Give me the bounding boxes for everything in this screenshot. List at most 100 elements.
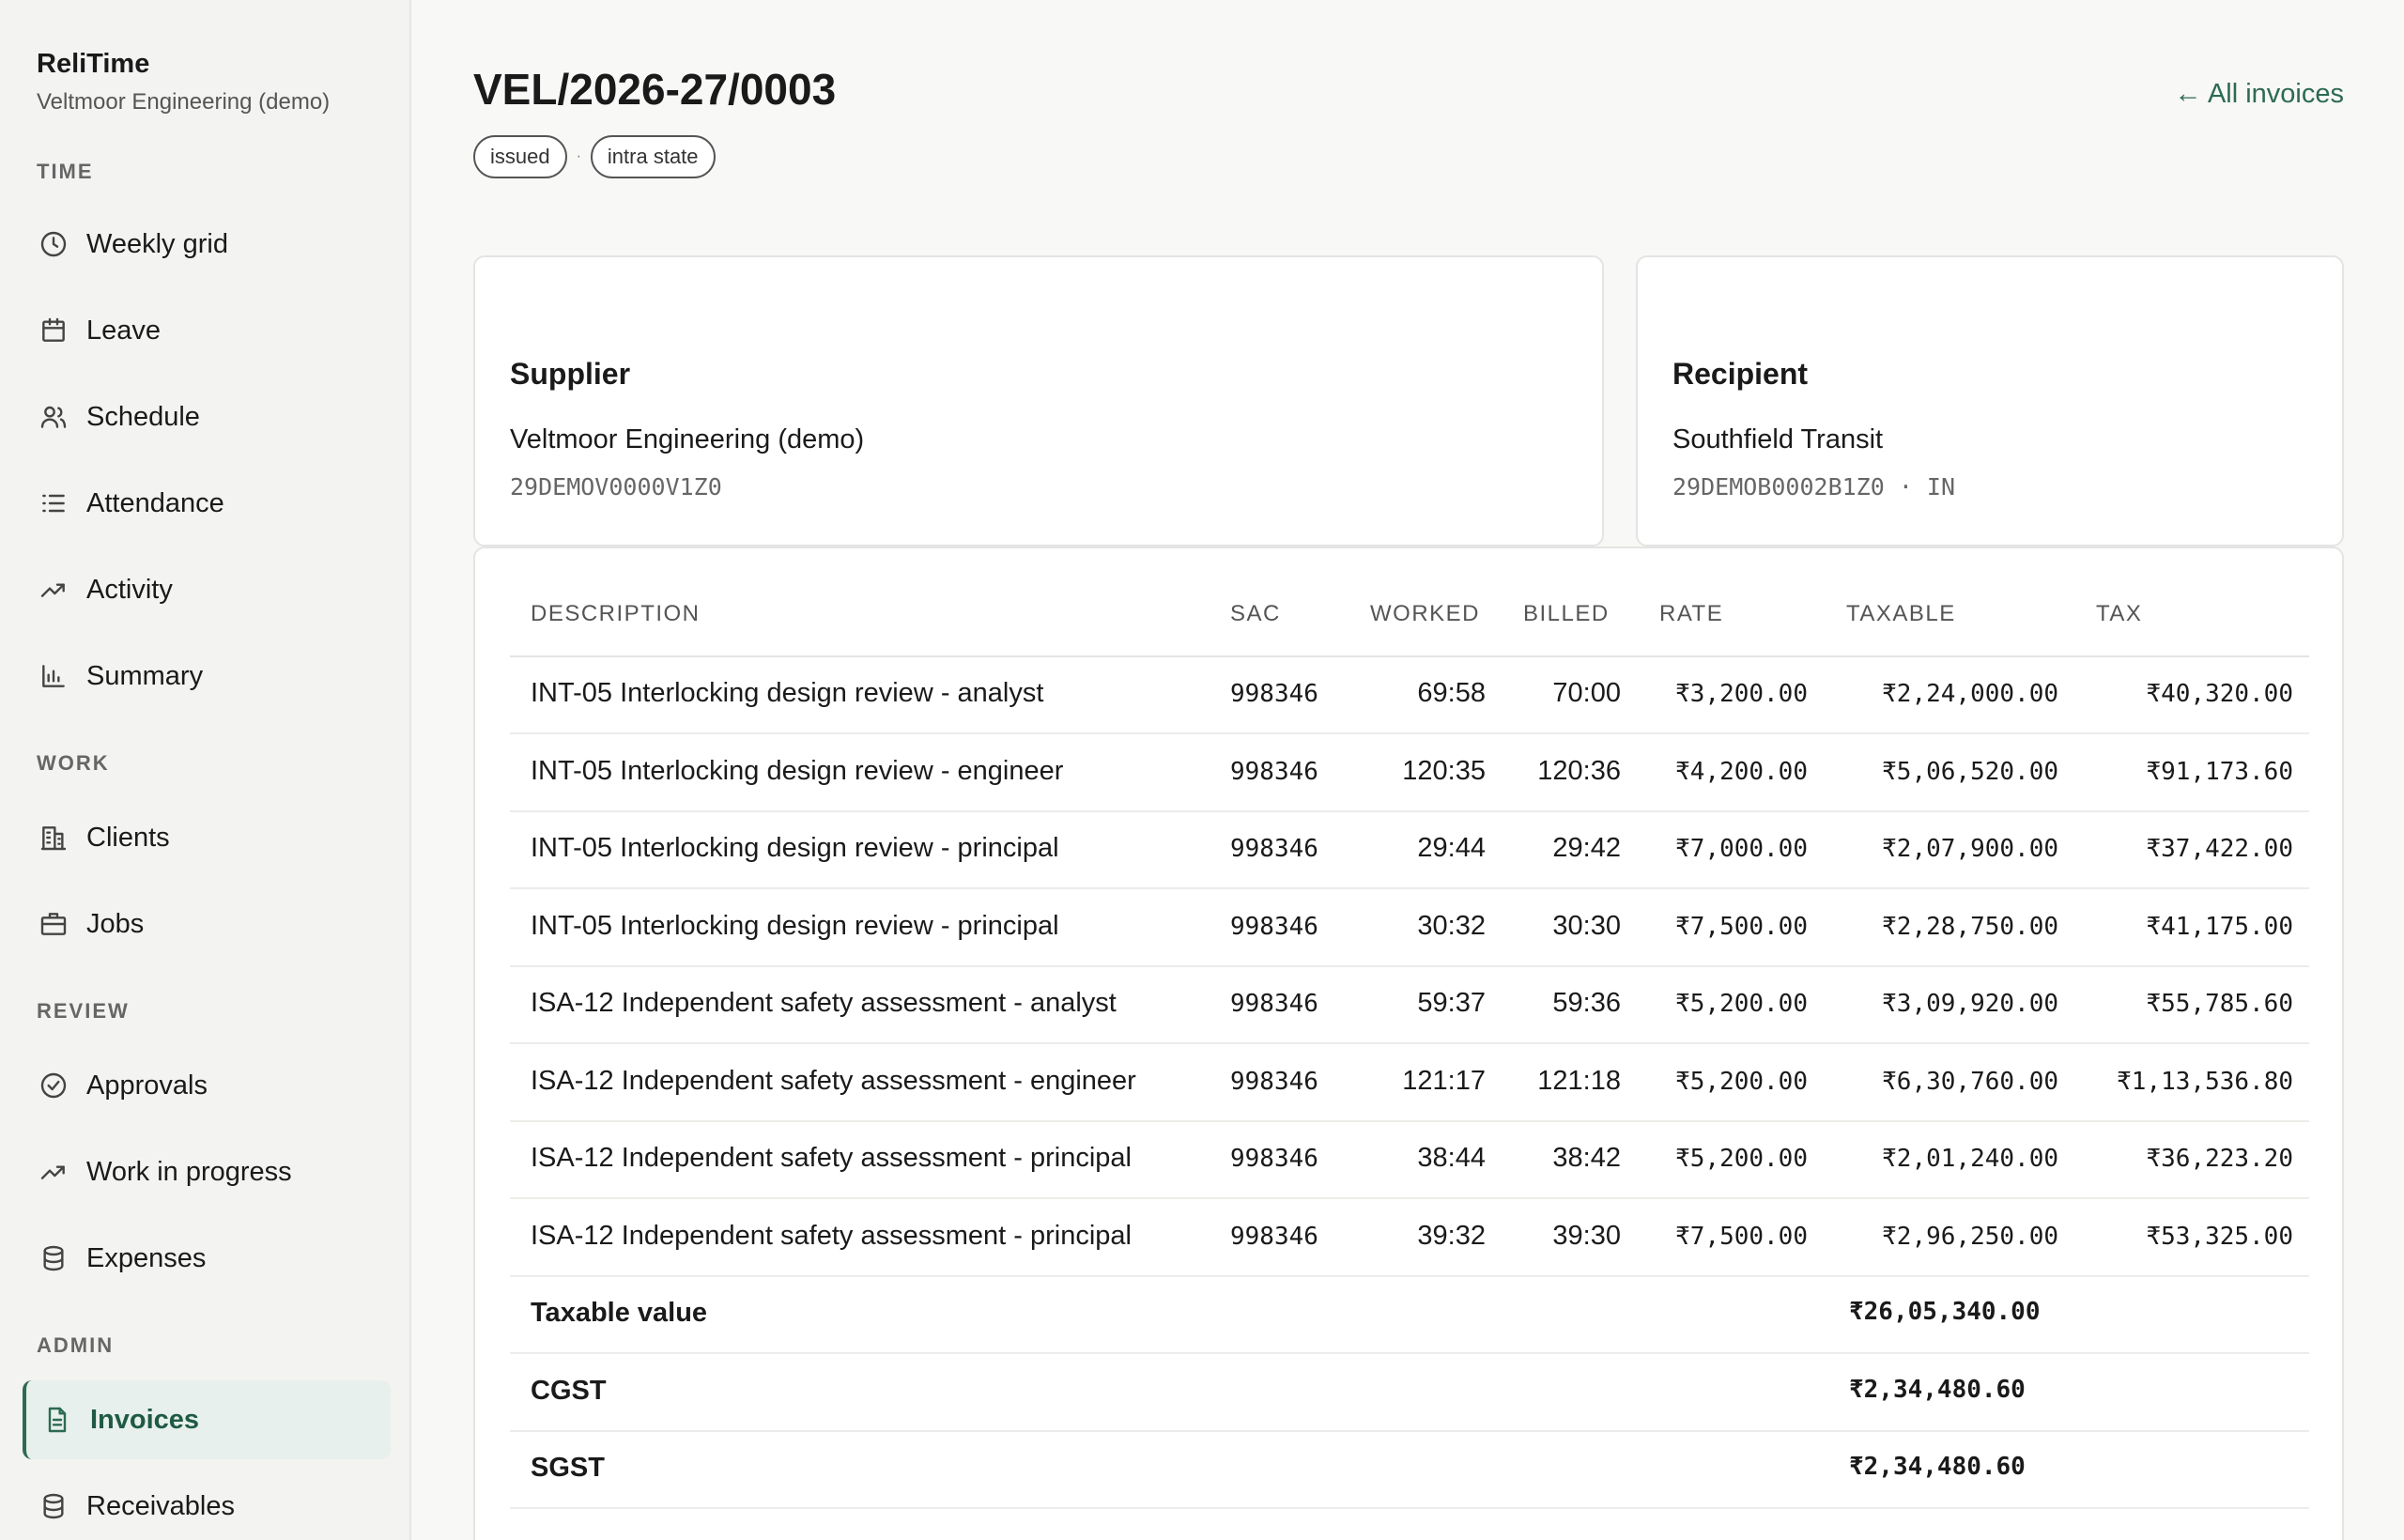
list-icon <box>39 488 69 518</box>
total-row: SGST ₹2,34,480.60 <box>510 1432 2309 1509</box>
cell-tax: ₹41,175.00 <box>2146 912 2293 941</box>
col-tax: TAX <box>2096 601 2143 626</box>
sidebar-item-approvals[interactable]: Approvals <box>23 1046 391 1125</box>
brand: ReliTime Veltmoor Engineering (demo) <box>37 49 330 116</box>
sidebar-item-expenses[interactable]: Expenses <box>23 1219 391 1298</box>
col-rate: RATE <box>1659 601 1724 626</box>
cell-billed: 29:42 <box>1552 833 1621 863</box>
document-icon <box>42 1405 72 1435</box>
cell-description: ISA-12 Independent safety assessment - p… <box>531 1143 1132 1173</box>
cell-billed: 70:00 <box>1552 678 1621 708</box>
cell-taxable: ₹2,96,250.00 <box>1882 1222 2058 1251</box>
sidebar-item-jobs[interactable]: Jobs <box>23 885 391 963</box>
cell-description: INT-05 Interlocking design review - prin… <box>531 833 1059 863</box>
section-time: TIME <box>37 160 94 183</box>
recipient-card: Recipient Southfield Transit 29DEMOB0002… <box>1636 255 2344 547</box>
cell-taxable: ₹2,28,750.00 <box>1882 912 2058 941</box>
sidebar-item-invoices[interactable]: Invoices <box>23 1380 391 1459</box>
cell-taxable: ₹3,09,920.00 <box>1882 990 2058 1018</box>
total-row: Taxable value ₹26,05,340.00 <box>510 1277 2309 1354</box>
cell-tax: ₹91,173.60 <box>2146 757 2293 786</box>
recipient-gstin: 29DEMOB0002B1Z0 · IN <box>1672 473 1956 500</box>
sidebar-item-label: Invoices <box>90 1404 200 1435</box>
sidebar-item-label: Clients <box>86 822 170 853</box>
recipient-heading: Recipient <box>1672 357 1809 391</box>
sidebar-item-leave[interactable]: Leave <box>23 291 391 370</box>
sidebar: ReliTime Veltmoor Engineering (demo) TIM… <box>0 0 411 1540</box>
supplier-gstin: 29DEMOV0000V1Z0 <box>510 473 722 500</box>
col-taxable: TAXABLE <box>1846 601 1956 626</box>
cell-billed: 38:42 <box>1552 1143 1621 1173</box>
cell-description: INT-05 Interlocking design review - anal… <box>531 678 1044 708</box>
briefcase-icon <box>39 909 69 939</box>
cell-description: ISA-12 Independent safety assessment - a… <box>531 988 1117 1018</box>
all-invoices-link[interactable]: ← All invoices <box>2174 79 2344 110</box>
cell-rate: ₹5,200.00 <box>1675 1145 1808 1173</box>
sidebar-item-weekly-grid[interactable]: Weekly grid <box>23 205 391 284</box>
sidebar-item-summary[interactable]: Summary <box>23 637 391 716</box>
sidebar-item-receivables[interactable]: Receivables <box>23 1467 391 1540</box>
table-row: ISA-12 Independent safety assessment - p… <box>510 1122 2309 1199</box>
cell-sac: 998346 <box>1230 1145 1318 1173</box>
cell-tax: ₹37,422.00 <box>2146 835 2293 863</box>
cell-sac: 998346 <box>1230 680 1318 708</box>
users-icon <box>39 402 69 432</box>
cell-rate: ₹7,500.00 <box>1675 912 1808 941</box>
cell-rate: ₹5,200.00 <box>1675 1067 1808 1096</box>
sidebar-item-work-in-progress[interactable]: Work in progress <box>23 1132 391 1211</box>
badges: issued · intra state <box>473 135 716 178</box>
table-row: ISA-12 Independent safety assessment - p… <box>510 1200 2309 1277</box>
total-label: SGST <box>531 1453 605 1483</box>
col-worked: WORKED <box>1370 601 1480 626</box>
sidebar-item-schedule[interactable]: Schedule <box>23 377 391 456</box>
sidebar-item-label: Weekly grid <box>86 228 228 259</box>
cell-billed: 30:30 <box>1552 910 1621 941</box>
sidebar-item-label: Expenses <box>86 1242 207 1273</box>
cell-description: ISA-12 Independent safety assessment - e… <box>531 1065 1136 1096</box>
sidebar-item-clients[interactable]: Clients <box>23 798 391 877</box>
cell-billed: 121:18 <box>1537 1065 1621 1096</box>
sidebar-item-activity[interactable]: Activity <box>23 550 391 629</box>
table-row: INT-05 Interlocking design review - engi… <box>510 735 2309 812</box>
cell-taxable: ₹2,07,900.00 <box>1882 835 2058 863</box>
brand-name: ReliTime <box>37 49 150 79</box>
cell-sac: 998346 <box>1230 1067 1318 1096</box>
cell-worked: 30:32 <box>1417 910 1486 941</box>
cell-worked: 69:58 <box>1417 678 1486 708</box>
sidebar-item-label: Leave <box>86 315 162 346</box>
badge-separator: · <box>576 148 581 164</box>
supplier-card: Supplier Veltmoor Engineering (demo) 29D… <box>473 255 1604 547</box>
cell-billed: 39:30 <box>1552 1220 1621 1251</box>
cell-sac: 998346 <box>1230 757 1318 786</box>
cell-worked: 59:37 <box>1417 988 1486 1018</box>
sidebar-item-label: Activity <box>86 574 173 605</box>
cell-tax: ₹55,785.60 <box>2146 990 2293 1018</box>
col-sac: SAC <box>1230 601 1281 626</box>
cell-taxable: ₹5,06,520.00 <box>1882 757 2058 786</box>
table-row: INT-05 Interlocking design review - prin… <box>510 812 2309 889</box>
recipient-name: Southfield Transit <box>1672 424 1884 454</box>
cell-tax: ₹36,223.20 <box>2146 1145 2293 1173</box>
cell-sac: 998346 <box>1230 912 1318 941</box>
section-work: WORK <box>37 751 110 775</box>
col-billed: BILLED <box>1523 601 1610 626</box>
cell-worked: 39:32 <box>1417 1220 1486 1251</box>
line-items-card: DESCRIPTION SAC WORKED BILLED RATE TAXAB… <box>473 547 2344 1540</box>
sidebar-item-attendance[interactable]: Attendance <box>23 464 391 543</box>
cell-tax: ₹40,320.00 <box>2146 680 2293 708</box>
cell-worked: 121:17 <box>1402 1065 1486 1096</box>
database-icon <box>39 1243 69 1273</box>
cell-sac: 998346 <box>1230 990 1318 1018</box>
cell-rate: ₹7,000.00 <box>1675 835 1808 863</box>
cell-taxable: ₹2,24,000.00 <box>1882 680 2058 708</box>
cell-rate: ₹5,200.00 <box>1675 990 1808 1018</box>
cell-sac: 998346 <box>1230 835 1318 863</box>
total-value: ₹2,34,480.60 <box>1849 1453 2026 1481</box>
cell-sac: 998346 <box>1230 1222 1318 1251</box>
sidebar-item-label: Schedule <box>86 401 200 432</box>
sidebar-item-label: Jobs <box>86 908 145 939</box>
supplier-name: Veltmoor Engineering (demo) <box>510 424 865 454</box>
status-badge: issued <box>473 135 567 178</box>
cell-worked: 120:35 <box>1402 755 1486 786</box>
section-review: REVIEW <box>37 999 130 1023</box>
